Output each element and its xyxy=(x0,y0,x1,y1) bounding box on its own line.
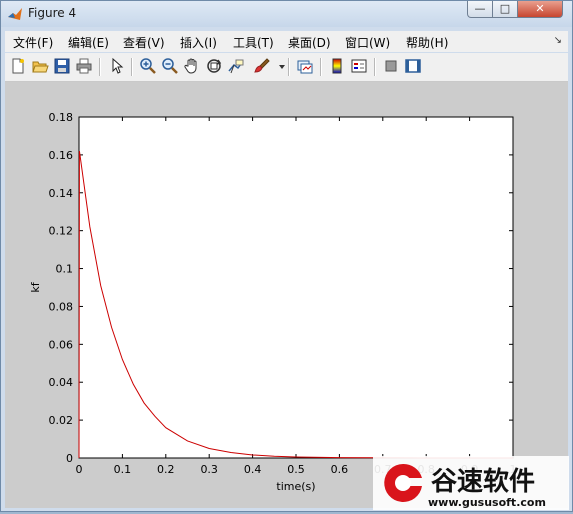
menu-tools[interactable]: 工具(T) xyxy=(233,34,274,51)
menu-bar: 文件(F) 编辑(E) 查看(V) 插入(I) 工具(T) 桌面(D) 窗口(W… xyxy=(5,31,568,52)
rotate-3d-icon[interactable] xyxy=(205,57,223,75)
menu-file[interactable]: 文件(F) xyxy=(13,34,53,51)
x-tick-label: 0.6 xyxy=(331,463,349,476)
x-tick-label: 0.5 xyxy=(287,463,305,476)
watermark-brand: 谷速软件 xyxy=(431,467,535,497)
axes-box xyxy=(78,116,514,459)
x-tick-label: 0.3 xyxy=(200,463,218,476)
watermark-url: www.gususoft.com xyxy=(428,496,546,509)
toolbar-separator xyxy=(131,58,133,76)
colorbar-icon[interactable] xyxy=(328,57,346,75)
close-button[interactable]: ✕ xyxy=(517,1,563,18)
y-tick-label: 0.06 xyxy=(49,338,74,351)
y-tick-label: 0.02 xyxy=(49,414,74,427)
line-chart[interactable]: 00.10.20.30.40.50.60.70.80.9100.020.040.… xyxy=(5,82,568,508)
toolbar-separator xyxy=(374,58,376,76)
brush-icon[interactable] xyxy=(253,57,271,75)
y-tick-label: 0.12 xyxy=(49,225,74,238)
figure-window: Figure 4 — □ ✕ 文件(F) 编辑(E) 查看(V) 插入(I) 工… xyxy=(0,0,573,512)
print-icon[interactable] xyxy=(75,57,93,75)
x-tick-label: 0.4 xyxy=(244,463,262,476)
brush-dropdown-icon[interactable] xyxy=(273,57,285,75)
data-cursor-icon[interactable] xyxy=(227,57,245,75)
x-tick-label: 0.1 xyxy=(114,463,132,476)
show-plot-tools-icon[interactable] xyxy=(404,57,422,75)
gususoft-logo: 谷速软件 www.gususoft.com xyxy=(373,456,569,510)
title-bar[interactable]: Figure 4 — □ ✕ xyxy=(1,1,572,27)
maximize-button[interactable]: □ xyxy=(492,1,518,18)
save-icon[interactable] xyxy=(53,57,71,75)
minimize-button[interactable]: — xyxy=(467,1,493,18)
menu-view[interactable]: 查看(V) xyxy=(123,34,165,51)
y-tick-label: 0.18 xyxy=(49,111,74,124)
new-figure-icon[interactable] xyxy=(9,57,27,75)
toolbar-separator xyxy=(320,58,322,76)
menu-window[interactable]: 窗口(W) xyxy=(345,34,390,51)
x-axis-label: time(s) xyxy=(276,480,315,493)
menu-overflow-icon[interactable]: ↘ xyxy=(554,35,562,46)
y-tick-label: 0.1 xyxy=(56,263,74,276)
y-tick-label: 0.08 xyxy=(49,300,74,313)
y-axis-label: kf xyxy=(29,281,42,292)
window-title: Figure 4 xyxy=(28,6,77,20)
menu-edit[interactable]: 编辑(E) xyxy=(68,34,109,51)
matlab-logo-icon xyxy=(7,6,23,22)
toolbar-separator xyxy=(288,58,290,76)
zoom-in-icon[interactable] xyxy=(139,57,157,75)
y-tick-label: 0.14 xyxy=(49,187,74,200)
pointer-icon[interactable] xyxy=(108,57,126,75)
pan-hand-icon[interactable] xyxy=(183,57,201,75)
x-tick-label: 0.2 xyxy=(157,463,175,476)
y-tick-label: 0 xyxy=(66,452,73,465)
menu-desktop[interactable]: 桌面(D) xyxy=(288,34,331,51)
hide-plot-tools-icon[interactable] xyxy=(382,57,400,75)
figure-canvas[interactable]: 00.10.20.30.40.50.60.70.80.9100.020.040.… xyxy=(5,82,568,508)
link-plot-icon[interactable] xyxy=(296,57,314,75)
x-tick-label: 0 xyxy=(76,463,83,476)
open-file-icon[interactable] xyxy=(31,57,49,75)
menu-help[interactable]: 帮助(H) xyxy=(406,34,448,51)
menu-insert[interactable]: 插入(I) xyxy=(180,34,217,51)
y-tick-label: 0.16 xyxy=(49,149,74,162)
y-tick-label: 0.04 xyxy=(49,376,74,389)
toolbar xyxy=(5,53,568,82)
watermark: 谷速软件 www.gususoft.com xyxy=(373,456,569,510)
toolbar-separator xyxy=(99,58,101,76)
zoom-out-icon[interactable] xyxy=(161,57,179,75)
legend-icon[interactable] xyxy=(350,57,368,75)
